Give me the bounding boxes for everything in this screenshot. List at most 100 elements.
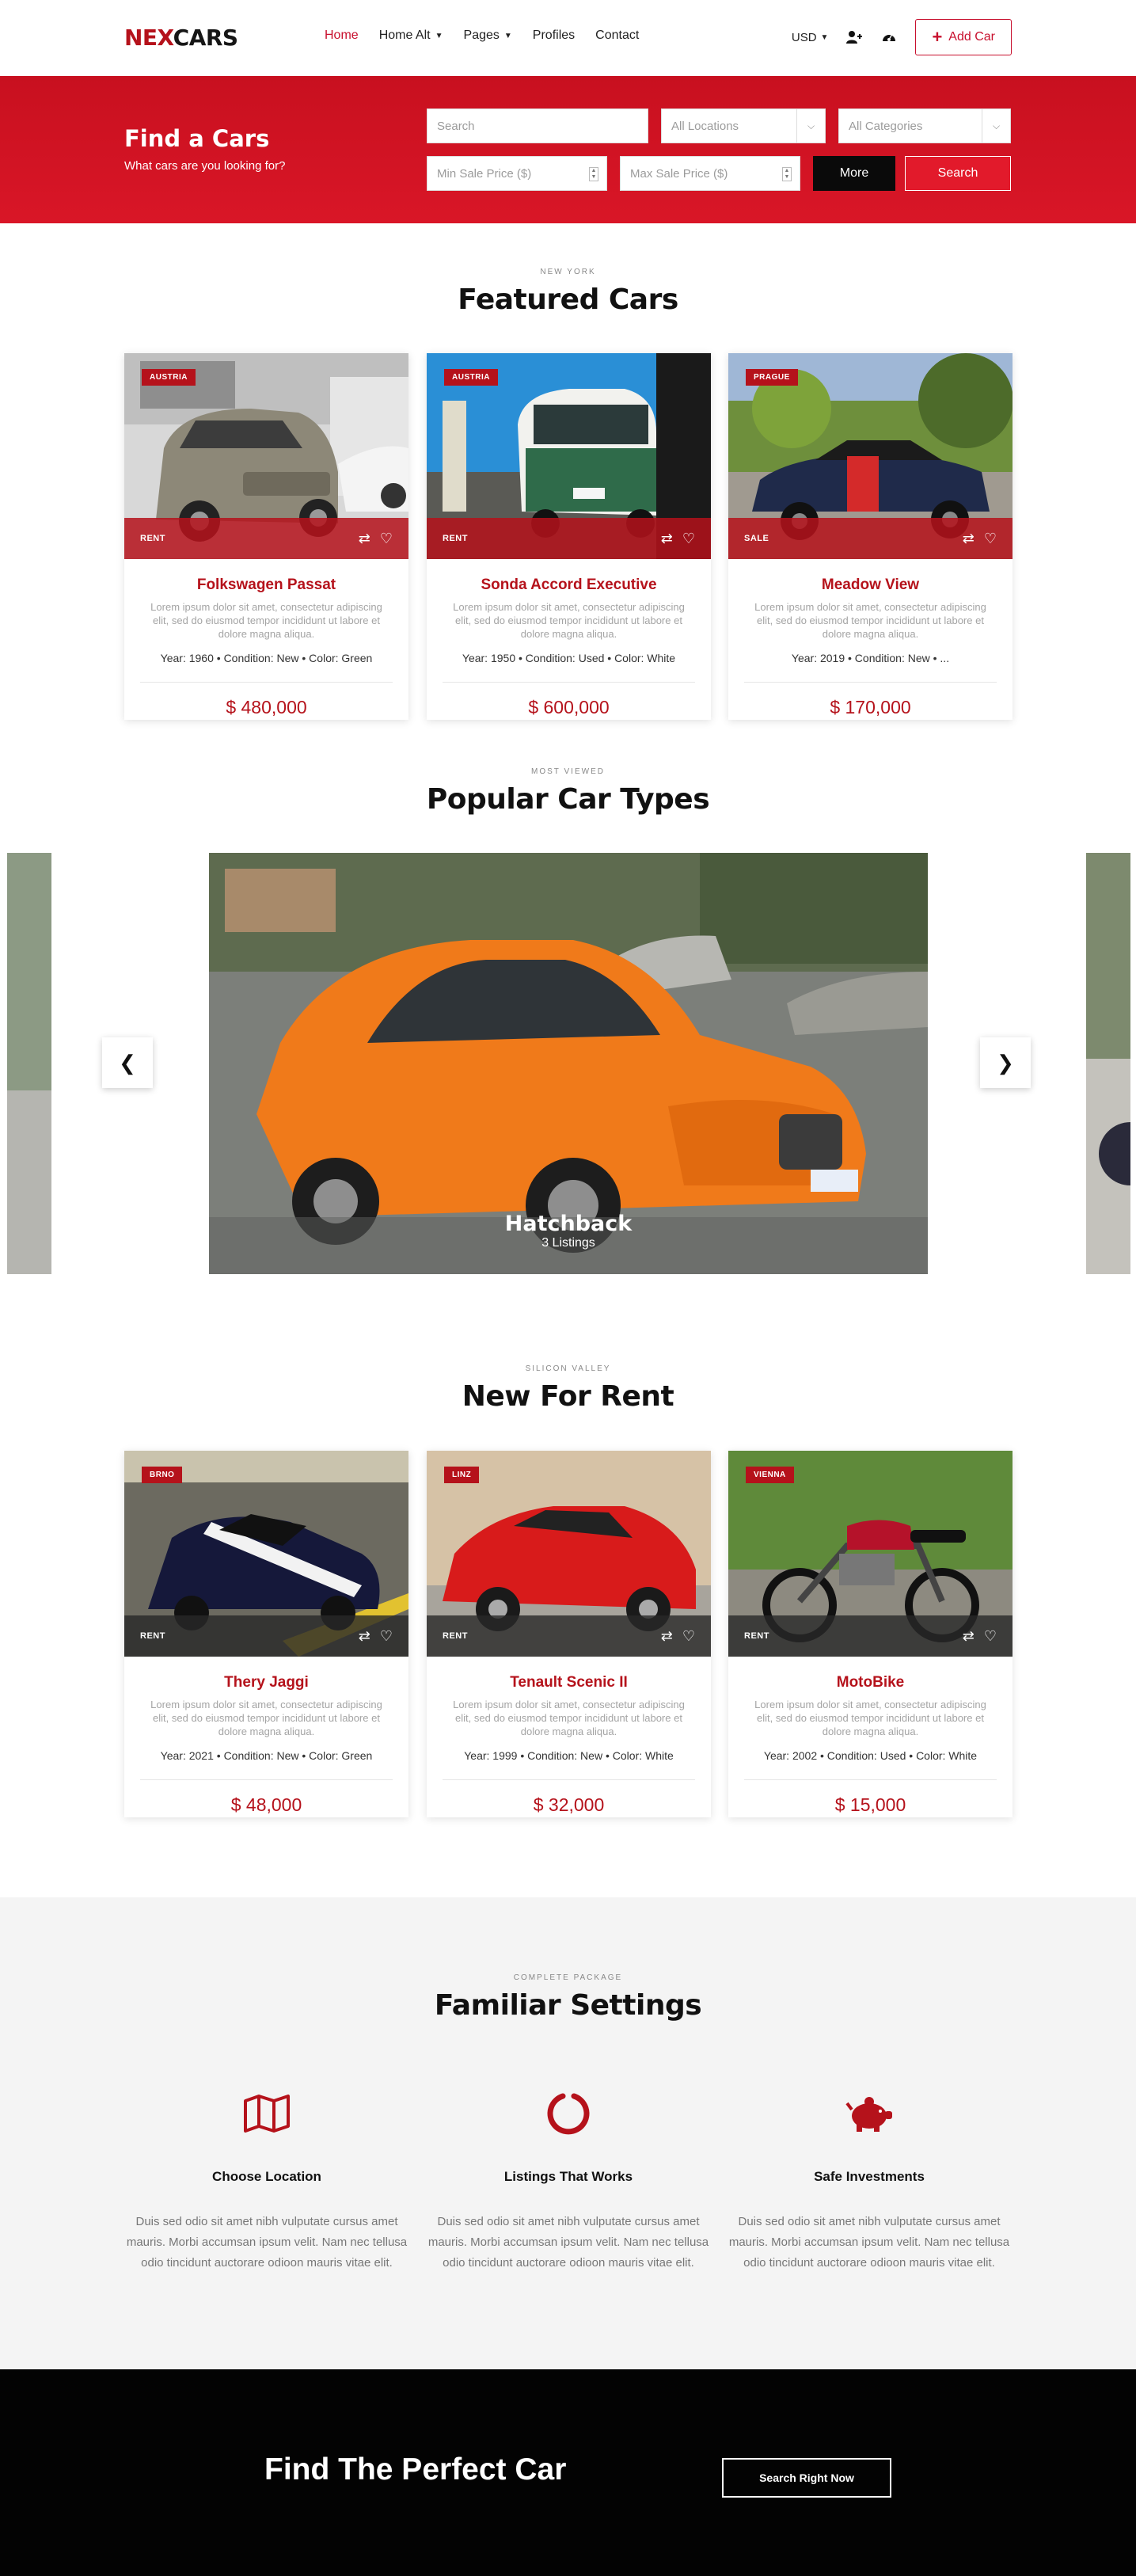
max-price-placeholder: Max Sale Price ($) [630, 166, 728, 181]
rent-eyebrow: SILICON VALLEY [525, 1364, 611, 1373]
feature-investments: Safe Investments Duis sed odio sit amet … [727, 2088, 1012, 2274]
chevron-right-icon: ❯ [997, 1050, 1014, 1075]
dashboard-icon[interactable] [880, 29, 898, 46]
card-divider [443, 682, 695, 683]
car-photo[interactable]: PRAGUE SALE ⇄ ♡ [728, 353, 1013, 559]
compare-icon[interactable]: ⇄ [359, 531, 370, 547]
compare-icon[interactable]: ⇄ [963, 531, 975, 547]
nav-pages[interactable]: Pages ▼ [464, 29, 512, 43]
chevron-down-icon: ⌵ [796, 109, 825, 143]
compare-icon[interactable]: ⇄ [661, 531, 673, 547]
compare-icon[interactable]: ⇄ [963, 1628, 975, 1645]
cta-title: Find The Perfect Car [264, 2452, 567, 2487]
car-price: $ 48,000 [230, 1794, 302, 1815]
car-price: $ 170,000 [830, 697, 911, 717]
slide-title[interactable]: Hatchback [209, 1212, 928, 1236]
car-specs: Year: 2021 • Condition: New • Color: Gre… [160, 1749, 373, 1762]
featured-card[interactable]: AUSTRIA RENT ⇄ ♡ Folkswagen Passat Lorem … [124, 353, 408, 720]
add-car-button[interactable]: + Add Car [915, 19, 1012, 55]
feature-text: Duis sed odio sit amet nibh vulputate cu… [728, 2215, 1010, 2270]
search-right-now-button[interactable]: Search Right Now [722, 2458, 891, 2498]
popular-title: Popular Car Types [426, 783, 710, 816]
location-tag: AUSTRIA [142, 369, 196, 386]
card-action-bar: RENT ⇄ ♡ [427, 1615, 711, 1657]
compare-icon[interactable]: ⇄ [661, 1628, 673, 1645]
location-tag: LINZ [444, 1467, 480, 1483]
featured-eyebrow: NEW YORK [540, 268, 596, 276]
nav-home[interactable]: Home [325, 29, 359, 43]
car-name[interactable]: Thery Jaggi [124, 1674, 408, 1691]
site-logo[interactable]: NEXCARS [124, 25, 238, 51]
car-description: Lorem ipsum dolor sit amet, consectetur … [453, 1699, 685, 1737]
car-photo[interactable]: AUSTRIA RENT ⇄ ♡ [427, 353, 711, 559]
nav-home-alt[interactable]: Home Alt ▼ [379, 29, 443, 43]
keyword-search-input[interactable]: Search [427, 108, 648, 143]
card-divider [443, 1779, 695, 1780]
slide-caption: Hatchback 3 Listings [209, 1212, 928, 1250]
feature-listings: Listings That Works Duis sed odio sit am… [426, 2088, 711, 2274]
heart-icon[interactable]: ♡ [984, 531, 997, 547]
rent-card[interactable]: VIENNA RENT ⇄ ♡ MotoBike Lorem ipsum dolo… [728, 1451, 1013, 1817]
settings-section: COMPLETE PACKAGE Familiar Settings Choos… [0, 1897, 1136, 2369]
featured-card[interactable]: PRAGUE SALE ⇄ ♡ Meadow View Lorem ipsum d… [728, 353, 1013, 720]
car-price: $ 480,000 [226, 697, 307, 717]
listing-type: RENT [443, 1631, 468, 1641]
car-photo[interactable]: AUSTRIA RENT ⇄ ♡ [124, 353, 408, 559]
feature-location: Choose Location Duis sed odio sit amet n… [124, 2088, 409, 2274]
rent-card[interactable]: LINZ RENT ⇄ ♡ Tenault Scenic II Lorem ips… [427, 1451, 711, 1817]
feature-title: Choose Location [212, 2169, 321, 2184]
carousel-prev-slide[interactable] [7, 853, 51, 1274]
search-button[interactable]: Search [905, 156, 1011, 191]
stepper-icon[interactable]: ▲ ▼ [589, 167, 598, 181]
heart-icon[interactable]: ♡ [682, 531, 695, 547]
location-select[interactable]: All Locations ⌵ [661, 108, 826, 143]
stepper-icon[interactable]: ▲ ▼ [782, 167, 792, 181]
feature-title: Safe Investments [814, 2169, 925, 2184]
search-title: Find a Cars [124, 125, 270, 152]
logo-part-1: NEX [124, 25, 173, 51]
heart-icon[interactable]: ♡ [682, 1628, 695, 1645]
listing-type: RENT [443, 534, 468, 543]
nav-profiles[interactable]: Profiles [533, 29, 575, 43]
rent-card[interactable]: BRNO RENT ⇄ ♡ Thery Jaggi Lorem ipsum dol… [124, 1451, 408, 1817]
heart-icon[interactable]: ♡ [380, 531, 393, 547]
heart-icon[interactable]: ♡ [380, 1628, 393, 1645]
nav-contact[interactable]: Contact [595, 29, 639, 43]
min-price-input[interactable]: Min Sale Price ($) ▲ ▼ [427, 156, 607, 191]
car-price: $ 600,000 [528, 697, 610, 717]
car-photo[interactable]: LINZ RENT ⇄ ♡ [427, 1451, 711, 1657]
carousel-next-button[interactable]: ❯ [980, 1037, 1031, 1088]
category-select[interactable]: All Categories ⌵ [838, 108, 1011, 143]
car-specs: Year: 1999 • Condition: New • Color: Whi… [464, 1749, 674, 1762]
car-name[interactable]: MotoBike [728, 1674, 1013, 1691]
currency-label: USD [791, 30, 817, 44]
car-description: Lorem ipsum dolor sit amet, consectetur … [453, 601, 685, 640]
chevron-down-icon: ▼ [503, 31, 512, 40]
compare-icon[interactable]: ⇄ [359, 1628, 370, 1645]
car-name[interactable]: Sonda Accord Executive [427, 576, 711, 594]
car-specs: Year: 1960 • Condition: New • Color: Gre… [160, 652, 373, 664]
location-tag: VIENNA [746, 1467, 794, 1483]
currency-select[interactable]: USD ▼ [792, 31, 829, 44]
card-action-bar: RENT ⇄ ♡ [427, 518, 711, 559]
car-photo[interactable]: BRNO RENT ⇄ ♡ [124, 1451, 408, 1657]
nav-profiles-label: Profiles [532, 29, 576, 42]
more-filters-button[interactable]: More [813, 156, 895, 191]
car-photo[interactable]: VIENNA RENT ⇄ ♡ [728, 1451, 1013, 1657]
user-add-icon[interactable] [845, 29, 863, 46]
heart-icon[interactable]: ♡ [984, 1628, 997, 1645]
carousel-next-slide[interactable] [1086, 853, 1130, 1274]
slide-listing-count: 3 Listings [541, 1236, 595, 1250]
search-section: Find a Cars What cars are you looking fo… [0, 76, 1136, 223]
listing-type: RENT [744, 1631, 769, 1641]
nav-contact-label: Contact [595, 29, 640, 42]
featured-card[interactable]: AUSTRIA RENT ⇄ ♡ Sonda Accord Executive L… [427, 353, 711, 720]
car-name[interactable]: Meadow View [728, 576, 1013, 594]
car-name[interactable]: Folkswagen Passat [124, 576, 408, 594]
car-name[interactable]: Tenault Scenic II [427, 1674, 711, 1691]
nav-home-label: Home [325, 29, 359, 42]
max-price-input[interactable]: Max Sale Price ($) ▲ ▼ [620, 156, 800, 191]
carousel-prev-button[interactable]: ❮ [102, 1037, 153, 1088]
nav-home-alt-label: Home Alt [378, 29, 431, 42]
featured-title: Featured Cars [458, 283, 678, 316]
